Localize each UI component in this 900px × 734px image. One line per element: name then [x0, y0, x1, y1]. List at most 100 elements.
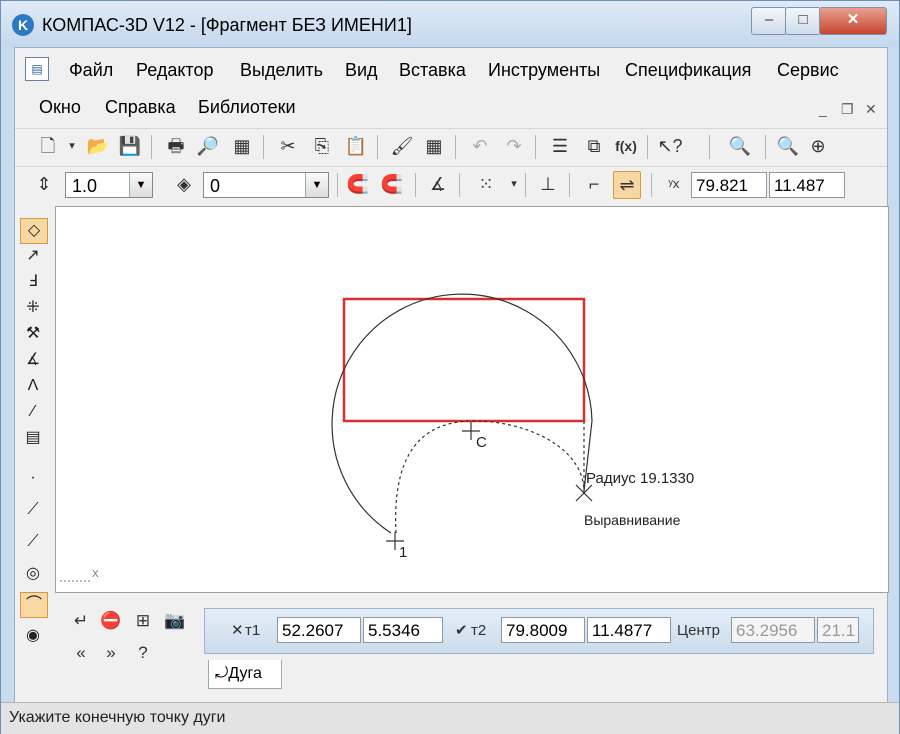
chevron-down-icon[interactable]: ▼ [305, 173, 328, 197]
new-document-icon[interactable]: 🗋 [35, 133, 61, 159]
menu-service[interactable]: Сервис [777, 60, 839, 81]
mdi-minimize-button[interactable]: _ [819, 101, 827, 117]
chevron-down-icon[interactable]: ▼ [129, 173, 152, 197]
dimensions-icon[interactable]: ↗ [20, 244, 46, 268]
document-icon[interactable]: ▤ [25, 57, 49, 81]
title-bar[interactable]: K КОМПАС-3D V12 - [Фрагмент БЕЗ ИМЕНИ1] … [1, 1, 899, 47]
chevron-down-icon[interactable]: ▾ [501, 171, 527, 197]
variables-icon[interactable]: ⧉ [581, 133, 607, 159]
stop-icon[interactable]: ⛔ [99, 609, 123, 633]
document-frame: ▤ Файл Редактор Выделить Вид Вставка Инс… [14, 47, 889, 704]
geometry-icon[interactable]: ◇ [20, 218, 48, 244]
align-label: Выравнивание [584, 512, 681, 528]
mdi-close-button[interactable]: ✕ [865, 101, 877, 118]
maximize-button[interactable]: □ [785, 7, 821, 35]
circle-icon[interactable]: ◎ [20, 562, 46, 586]
menu-view[interactable]: Вид [345, 60, 378, 81]
t2-y-field[interactable]: 11.4877 [587, 617, 671, 643]
point-icon[interactable]: · [20, 466, 46, 490]
cut-icon[interactable]: ✂ [275, 133, 301, 159]
layers-icon[interactable]: ◈ [171, 171, 197, 197]
measurements-icon[interactable]: ∡ [20, 348, 46, 372]
help-icon[interactable]: ? [131, 641, 155, 665]
line-icon[interactable]: ⟋ [20, 498, 46, 522]
mdi-restore-button[interactable]: ❐ [841, 101, 854, 118]
start-point-label: 1 [399, 544, 407, 561]
separator [647, 135, 648, 159]
arc-icon[interactable]: ⌒ [20, 592, 48, 618]
layer-combo[interactable]: 0 ▼ [203, 172, 329, 198]
paste-icon[interactable]: 📋 [343, 133, 369, 159]
segment-icon[interactable]: ⟋ [20, 530, 46, 554]
calculator-icon[interactable]: ▦ [421, 133, 447, 159]
editing-icon[interactable]: ⁜ [20, 296, 46, 320]
zoom-window-icon[interactable]: 🔍 [727, 133, 753, 159]
drawing-canvas[interactable]: C 1 Радиус 19.1330 Выравнивание X [55, 206, 889, 593]
separator [337, 173, 338, 197]
manager-icon[interactable]: ▦ [229, 133, 255, 159]
close-icon[interactable]: ✕ [231, 621, 244, 639]
enter-object-icon[interactable]: ↵ [69, 609, 93, 633]
center-y-field[interactable]: 21.1 [817, 617, 859, 643]
checkmark-icon[interactable]: ✔ [455, 621, 468, 639]
zoom-fit-icon[interactable]: ⊕ [805, 133, 831, 159]
menu-select[interactable]: Выделить [240, 60, 323, 81]
parameters-icon[interactable]: ☰ [547, 133, 573, 159]
open-folder-icon[interactable]: 📂 [85, 133, 111, 159]
coord-y-field[interactable]: 11.487 [769, 172, 845, 198]
axis-x-label: X [92, 569, 99, 580]
copy-icon[interactable]: ⎘ [309, 133, 335, 159]
function-icon[interactable]: f(x) [613, 133, 639, 159]
next-object-icon[interactable]: » [99, 641, 123, 665]
menu-tools[interactable]: Инструменты [488, 60, 600, 81]
menu-help[interactable]: Справка [105, 97, 176, 118]
separator [765, 135, 766, 159]
chevron-down-icon[interactable]: ▾ [59, 133, 85, 159]
print-preview-icon[interactable]: 🔎 [195, 133, 221, 159]
format-brush-icon[interactable]: 🖌 [389, 133, 415, 159]
specification-icon[interactable]: ▤ [20, 426, 46, 450]
auto-create-icon[interactable]: ⊞ [131, 609, 155, 633]
separator [455, 135, 456, 159]
local-cs-icon[interactable]: ⊥ [535, 171, 561, 197]
center-x-field[interactable]: 63.2956 [731, 617, 815, 643]
selection-icon[interactable]: Λ [20, 374, 46, 398]
undo-icon[interactable]: ↶ [467, 133, 493, 159]
help-pointer-icon[interactable]: ↖? [657, 133, 683, 159]
parametrization-icon[interactable]: ⚒ [20, 322, 46, 346]
local-snap-icon[interactable]: 🧲 [379, 171, 405, 197]
separator [709, 135, 710, 159]
menu-file[interactable]: Файл [69, 60, 113, 81]
coord-x-field[interactable]: 79.821 [691, 172, 767, 198]
grid-icon[interactable]: ⁙ [473, 171, 499, 197]
ortho-lines-icon[interactable]: ∡ [425, 171, 451, 197]
ortho-mode-icon[interactable]: ⌐ [581, 171, 607, 197]
t2-x-field[interactable]: 79.8009 [501, 617, 585, 643]
previous-object-icon[interactable]: « [69, 641, 93, 665]
arc-phantom [395, 420, 585, 534]
t1-x-field[interactable]: 52.2607 [277, 617, 361, 643]
parametric-mode-icon[interactable]: ⇌ [613, 171, 641, 199]
menu-window[interactable]: Окно [39, 97, 81, 118]
menu-specification[interactable]: Спецификация [625, 60, 751, 81]
center-point-label: C [476, 434, 487, 451]
menu-insert[interactable]: Вставка [399, 60, 466, 81]
ellipse-icon[interactable]: ◉ [20, 624, 46, 648]
menu-libraries[interactable]: Библиотеки [198, 97, 296, 118]
print-icon[interactable]: 🖶 [163, 133, 189, 159]
tab-arc-label: Дуга [228, 665, 262, 682]
save-icon[interactable]: 💾 [117, 133, 143, 159]
step-combo[interactable]: 1.0 ▼ [65, 172, 153, 198]
minimize-button[interactable]: – [751, 7, 787, 35]
menu-bar: ▤ Файл Редактор Выделить Вид Вставка Инс… [15, 48, 887, 122]
t1-y-field[interactable]: 5.5346 [363, 617, 443, 643]
associative-views-icon[interactable]: ⁄ [20, 400, 46, 424]
redo-icon[interactable]: ↷ [501, 133, 527, 159]
remember-state-icon[interactable]: 📷 [163, 609, 187, 633]
menu-editor[interactable]: Редактор [136, 60, 213, 81]
close-button[interactable]: ✕ [819, 7, 887, 35]
snap-magnet-icon[interactable]: 🧲 [345, 171, 371, 197]
zoom-out-icon[interactable]: 🔍 [775, 133, 801, 159]
tab-arc[interactable]: ⤾Дуга [208, 660, 282, 689]
designations-icon[interactable]: Ⅎ [20, 270, 46, 294]
